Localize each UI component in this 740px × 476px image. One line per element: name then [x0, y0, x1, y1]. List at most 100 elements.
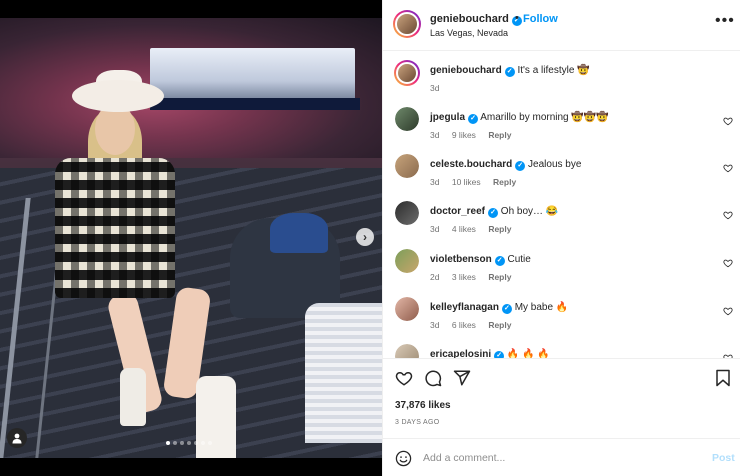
- commenter-avatar-image: [395, 249, 419, 273]
- comment-body: My babe 🔥: [514, 302, 569, 313]
- commenter-avatar[interactable]: [395, 249, 419, 273]
- comment-text: doctor_reef ✓ Oh boy… 😂: [430, 206, 558, 218]
- reply-button[interactable]: Reply: [488, 224, 511, 234]
- comment-text: jpegula ✓ Amarillo by morning 🤠🤠🤠: [430, 112, 609, 124]
- commenter-avatar[interactable]: [395, 344, 419, 358]
- comments-list[interactable]: geniebouchard ✓ It's a lifestyle 🤠 3d jpe…: [383, 52, 740, 358]
- comment-age: 3d: [430, 177, 440, 187]
- caption-username[interactable]: geniebouchard: [430, 65, 502, 76]
- post-time-ago[interactable]: 3 DAYS AGO: [395, 419, 440, 426]
- comment-username[interactable]: violetbenson: [430, 254, 492, 265]
- verified-badge-icon: ✓: [494, 351, 505, 358]
- comment-likes[interactable]: 9 likes: [452, 130, 476, 140]
- verified-badge-icon: ✓: [515, 161, 526, 171]
- comment-age: 3d: [430, 224, 440, 234]
- comment-meta: 3d 9 likes Reply: [430, 130, 521, 140]
- photo-subject-boot: [120, 368, 146, 426]
- comment-likes[interactable]: 6 likes: [452, 320, 476, 330]
- verified-badge-icon: ✓: [504, 67, 515, 77]
- caption-meta: 3d: [430, 83, 449, 93]
- caption-text: geniebouchard ✓ It's a lifestyle 🤠: [430, 65, 590, 77]
- carousel-dot: [166, 441, 170, 445]
- carousel-next-button[interactable]: ›: [356, 228, 374, 246]
- comment-meta: 2d 3 likes Reply: [430, 272, 521, 282]
- comment-likes[interactable]: 4 likes: [452, 224, 476, 234]
- likes-count[interactable]: 37,876 likes: [395, 400, 451, 411]
- comment-body: Cutie: [507, 254, 531, 265]
- comment-meta: 3d 10 likes Reply: [430, 177, 526, 187]
- post-side-panel: geniebouchard ✓ • Follow Las Vegas, Nevad…: [382, 0, 740, 476]
- follow-button[interactable]: Follow: [523, 13, 558, 25]
- commenter-avatar-image: [395, 107, 419, 131]
- tagged-users-button[interactable]: [7, 428, 27, 448]
- comment-body: Jealous bye: [528, 159, 582, 170]
- post-photo[interactable]: [0, 18, 382, 458]
- carousel-dot: [194, 441, 198, 445]
- author-avatar-image: [395, 12, 419, 36]
- comment-username[interactable]: kelleyflanagan: [430, 302, 499, 313]
- commenter-avatar[interactable]: [395, 201, 419, 225]
- bookmark-icon[interactable]: [715, 369, 731, 387]
- heart-icon[interactable]: [723, 116, 733, 126]
- carousel-dot: [180, 441, 184, 445]
- heart-icon[interactable]: [723, 258, 733, 268]
- commenter-avatar-image: [395, 297, 419, 321]
- reply-button[interactable]: Reply: [488, 130, 511, 140]
- post-comment-button[interactable]: Post: [712, 452, 735, 464]
- verified-badge-icon: ✓: [488, 208, 499, 218]
- reply-button[interactable]: Reply: [493, 177, 516, 187]
- comment-age: 2d: [430, 272, 440, 282]
- heart-icon[interactable]: [723, 306, 733, 316]
- carousel-dot: [173, 441, 177, 445]
- photo-background-cap: [270, 213, 328, 253]
- photo-subject-hat-brim: [72, 80, 164, 112]
- author-username[interactable]: geniebouchard ✓: [430, 13, 522, 26]
- commenter-avatar[interactable]: [395, 154, 419, 178]
- reply-button[interactable]: Reply: [488, 272, 511, 282]
- comment-text: ericapelosini ✓ 🔥 🔥 🔥: [430, 349, 550, 358]
- reply-button[interactable]: Reply: [488, 320, 511, 330]
- author-username-text[interactable]: geniebouchard: [430, 13, 509, 25]
- comment-username[interactable]: jpegula: [430, 112, 465, 123]
- comment-body: Oh boy… 😂: [500, 206, 559, 217]
- comment-meta: 3d 4 likes Reply: [430, 224, 521, 234]
- share-send-icon[interactable]: [453, 369, 471, 387]
- comment-meta: 3d 6 likes Reply: [430, 320, 521, 330]
- like-heart-icon[interactable]: [395, 369, 413, 387]
- comment-text: kelleyflanagan ✓ My babe 🔥: [430, 302, 568, 314]
- comment-likes[interactable]: 10 likes: [452, 177, 481, 187]
- comment-likes[interactable]: 3 likes: [452, 272, 476, 282]
- user-icon: [12, 433, 22, 444]
- verified-badge-icon: ✓: [494, 256, 505, 266]
- author-avatar[interactable]: [393, 10, 421, 38]
- photo-stage-base: [150, 98, 360, 110]
- photo-subject-shirt: [55, 158, 175, 298]
- heart-icon[interactable]: [723, 210, 733, 220]
- emoji-icon[interactable]: [395, 450, 412, 467]
- post-actions: 37,876 likes 3 DAYS AGO: [383, 358, 740, 438]
- comment-username[interactable]: doctor_reef: [430, 206, 485, 217]
- add-comment-input[interactable]: [423, 449, 683, 467]
- heart-icon[interactable]: [723, 163, 733, 173]
- verified-badge-icon: ✓: [501, 304, 512, 314]
- post-location[interactable]: Las Vegas, Nevada: [430, 28, 508, 38]
- comment-username[interactable]: celeste.bouchard: [430, 159, 512, 170]
- carousel-dots: [166, 441, 212, 447]
- caption-age: 3d: [430, 83, 440, 93]
- comment-username[interactable]: ericapelosini: [430, 349, 491, 358]
- author-avatar[interactable]: [394, 60, 420, 86]
- carousel-dot: [201, 441, 205, 445]
- commenter-avatar-image: [395, 154, 419, 178]
- comment-bubble-icon[interactable]: [424, 369, 442, 387]
- more-options-icon[interactable]: •••: [715, 12, 735, 30]
- post-media: ›: [0, 0, 382, 476]
- commenter-avatar-image: [395, 201, 419, 225]
- carousel-dot: [208, 441, 212, 445]
- caption-body: It's a lifestyle 🤠: [517, 65, 590, 76]
- comment-age: 3d: [430, 130, 440, 140]
- comment-body: 🔥 🔥 🔥: [506, 349, 550, 358]
- carousel-dot: [187, 441, 191, 445]
- commenter-avatar[interactable]: [395, 297, 419, 321]
- comment-age: 3d: [430, 320, 440, 330]
- commenter-avatar[interactable]: [395, 107, 419, 131]
